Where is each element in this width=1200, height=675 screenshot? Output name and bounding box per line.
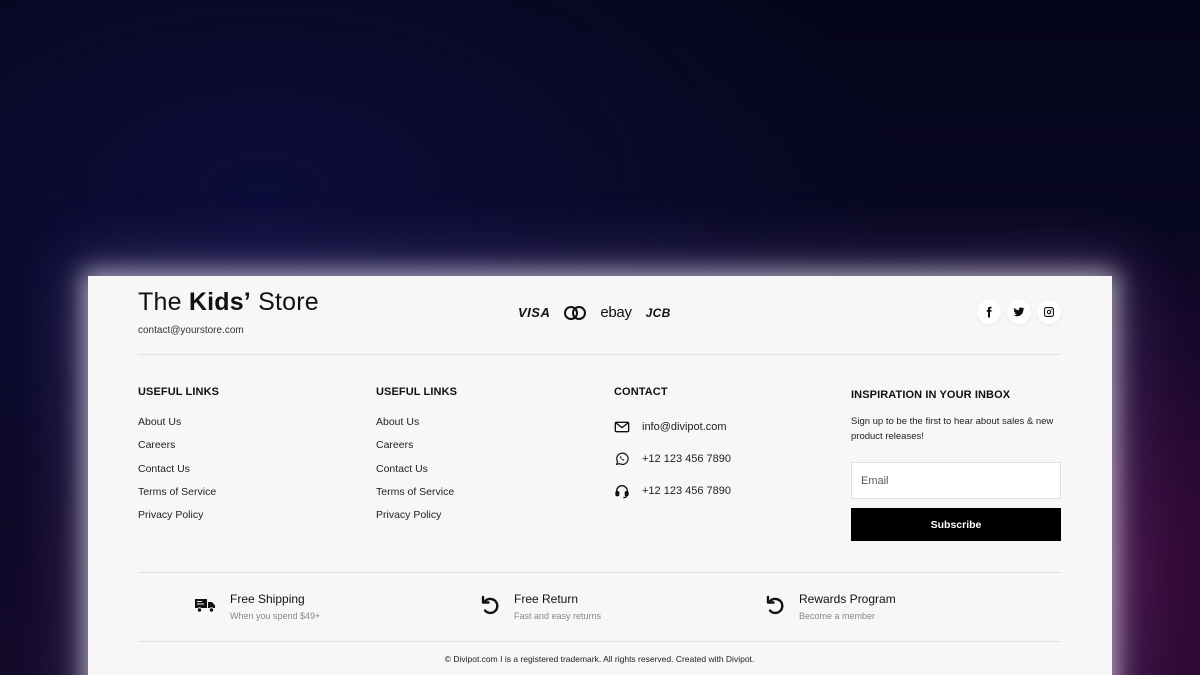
link-contact-us[interactable]: Contact Us bbox=[376, 462, 457, 485]
copyright-text: © Divipot.com I is a registered trademar… bbox=[444, 654, 755, 664]
headset-icon bbox=[614, 483, 630, 499]
brand-title-prefix: The bbox=[138, 288, 189, 316]
link-about-us[interactable]: About Us bbox=[376, 415, 457, 438]
return-icon bbox=[478, 593, 502, 617]
top-divider bbox=[138, 354, 1061, 355]
subscribe-button[interactable]: Subscribe bbox=[851, 508, 1061, 541]
jcb-logo: JCB bbox=[645, 305, 671, 320]
twitter-icon[interactable] bbox=[1007, 300, 1031, 324]
payment-methods: VISA ebay JCB bbox=[518, 304, 671, 321]
contact-support-row[interactable]: +12 123 456 7890 bbox=[614, 475, 731, 507]
rewards-icon bbox=[763, 593, 787, 617]
contact-email-row[interactable]: info@divipot.com bbox=[614, 411, 731, 443]
social-links bbox=[977, 300, 1061, 324]
brand-email[interactable]: contact@yourstore.com bbox=[138, 325, 319, 336]
useful-links-list: About Us Careers Contact Us Terms of Ser… bbox=[376, 415, 457, 531]
bottom-divider bbox=[138, 641, 1061, 642]
newsletter-heading: INSPIRATION IN YOUR INBOX bbox=[851, 389, 1011, 401]
contact-column: CONTACT info@divipot.com +12 123 456 789… bbox=[614, 386, 731, 507]
brand: The Kids’ Store contact@yourstore.com bbox=[138, 288, 319, 336]
feature-rewards-program[interactable]: Rewards Program Become a member bbox=[763, 592, 896, 621]
visa-logo: VISA bbox=[518, 305, 551, 320]
contact-whatsapp-row[interactable]: +12 123 456 7890 bbox=[614, 443, 731, 475]
useful-links-column-1: USEFUL LINKS About Us Careers Contact Us… bbox=[138, 386, 219, 531]
whatsapp-icon bbox=[614, 451, 630, 467]
feature-subtitle: Become a member bbox=[799, 611, 876, 621]
feature-subtitle: When you spend $49+ bbox=[230, 611, 321, 621]
feature-text: Free Shipping When you spend $49+ bbox=[230, 592, 320, 621]
brand-title-suffix: Store bbox=[250, 288, 319, 316]
ebay-logo: ebay bbox=[600, 304, 632, 321]
facebook-icon[interactable] bbox=[977, 300, 1001, 324]
feature-title: Free Shipping bbox=[230, 592, 305, 606]
features-divider bbox=[138, 572, 1061, 573]
link-contact-us[interactable]: Contact Us bbox=[138, 462, 219, 485]
feature-text: Free Return Fast and easy returns bbox=[514, 592, 601, 621]
newsletter-email-input[interactable] bbox=[851, 462, 1061, 499]
instagram-icon[interactable] bbox=[1037, 300, 1061, 324]
useful-links-column-2: USEFUL LINKS About Us Careers Contact Us… bbox=[376, 386, 457, 531]
link-terms-of-service[interactable]: Terms of Service bbox=[376, 485, 457, 508]
contact-support-phone: +12 123 456 7890 bbox=[642, 485, 732, 497]
feature-title: Rewards Program bbox=[799, 592, 896, 606]
contact-phone: +12 123 456 7890 bbox=[642, 453, 732, 465]
useful-links-heading: USEFUL LINKS bbox=[138, 386, 220, 398]
truck-icon bbox=[194, 593, 218, 617]
newsletter-description: Sign up to be the first to hear about sa… bbox=[851, 416, 1054, 442]
mastercard-logo bbox=[564, 305, 587, 320]
link-about-us[interactable]: About Us bbox=[138, 415, 219, 438]
link-careers[interactable]: Careers bbox=[376, 438, 457, 461]
contact-email: info@divipot.com bbox=[642, 421, 727, 433]
link-privacy-policy[interactable]: Privacy Policy bbox=[376, 508, 457, 531]
newsletter-column: INSPIRATION IN YOUR INBOX Sign up to be … bbox=[851, 389, 1061, 541]
link-privacy-policy[interactable]: Privacy Policy bbox=[138, 508, 219, 531]
brand-title-bold: Kids’ bbox=[188, 288, 251, 316]
contact-list: info@divipot.com +12 123 456 7890 +12 12… bbox=[614, 411, 731, 507]
useful-links-list: About Us Careers Contact Us Terms of Ser… bbox=[138, 415, 219, 531]
feature-title: Free Return bbox=[514, 592, 579, 606]
feature-text: Rewards Program Become a member bbox=[799, 592, 896, 621]
footer-panel: The Kids’ Store contact@yourstore.com VI… bbox=[88, 276, 1112, 675]
useful-links-heading: USEFUL LINKS bbox=[376, 386, 458, 398]
mail-icon bbox=[614, 419, 630, 435]
feature-free-shipping[interactable]: Free Shipping When you spend $49+ bbox=[194, 592, 320, 621]
contact-heading: CONTACT bbox=[614, 386, 668, 398]
link-careers[interactable]: Careers bbox=[138, 438, 219, 461]
brand-title[interactable]: The Kids’ Store bbox=[138, 288, 319, 317]
feature-free-return[interactable]: Free Return Fast and easy returns bbox=[478, 592, 601, 621]
link-terms-of-service[interactable]: Terms of Service bbox=[138, 485, 219, 508]
feature-subtitle: Fast and easy returns bbox=[514, 611, 602, 621]
